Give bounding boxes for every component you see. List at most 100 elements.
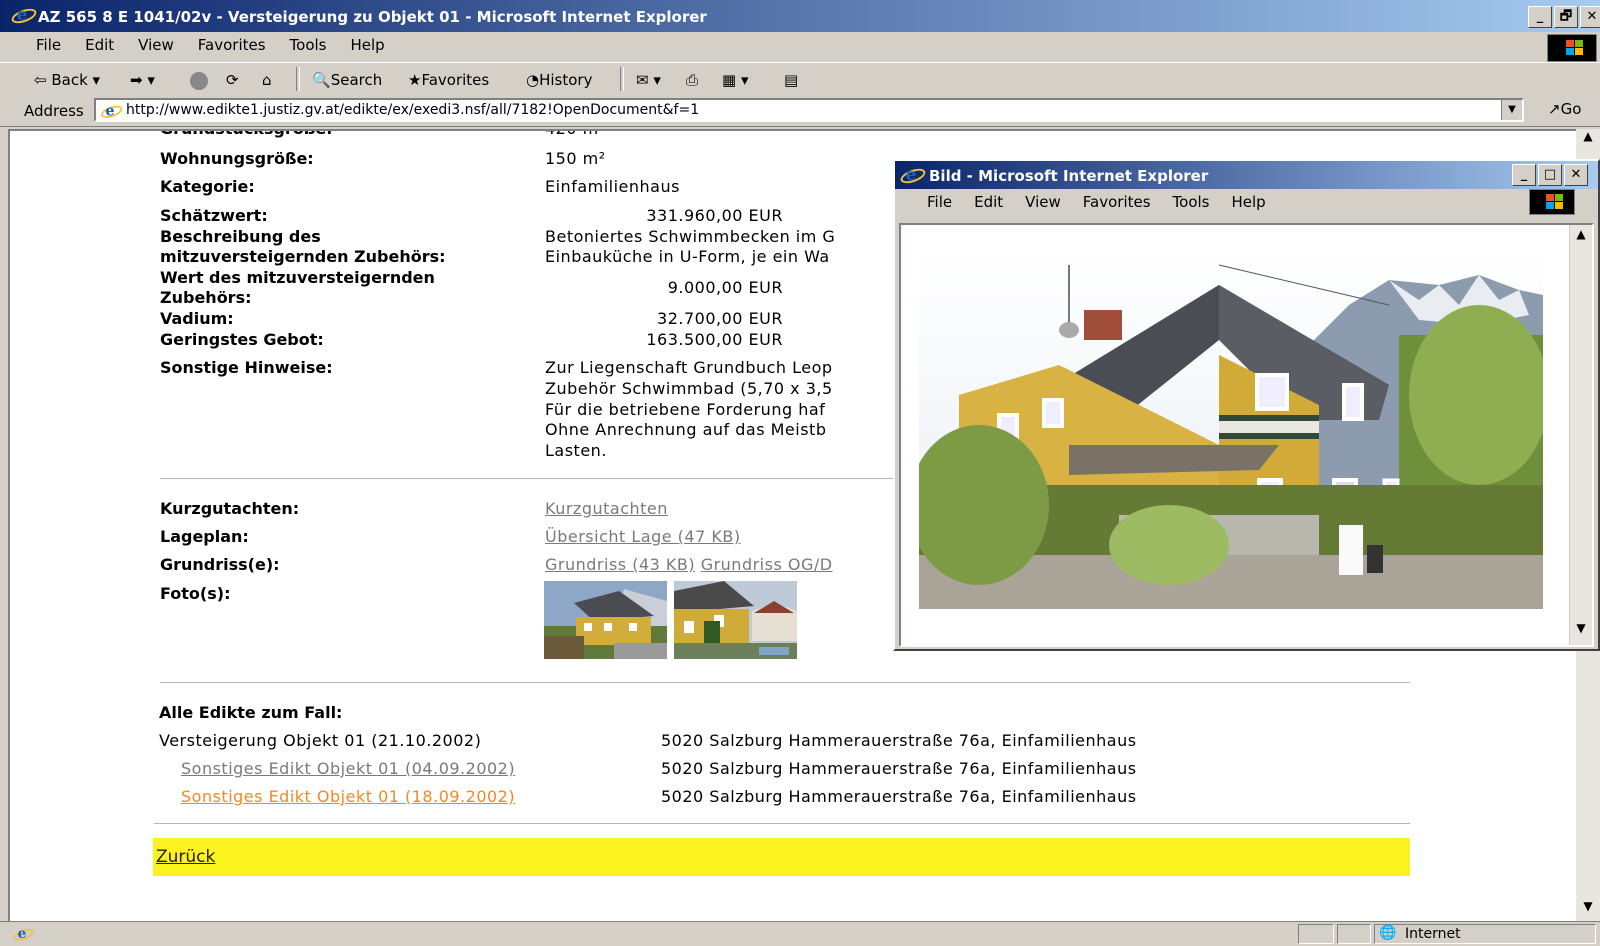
back-label: Back [51,71,88,89]
hinweise-line: Zubehör Schwimmbad (5,70 x 3,5 [545,379,833,398]
discuss-button[interactable]: ▤ [784,71,798,89]
edikt-row-3-address: 5020 Salzburg Hammerauerstraße 76a, Einf… [661,787,1137,806]
toolbar-separator [296,67,300,91]
popup-maximize-button[interactable]: □ [1538,164,1562,186]
house-photo-1 [544,581,667,659]
popup-title: Bild - Microsoft Internet Explorer [929,167,1209,185]
back-button[interactable]: ⇦ Back ▾ [34,71,100,89]
stop-icon [190,71,208,90]
hinweise-line: Lasten. [545,441,607,460]
scroll-up-icon[interactable]: ▲ [1576,129,1600,151]
divider [160,478,895,479]
edikt-row-2-address: 5020 Salzburg Hammerauerstraße 76a, Einf… [661,759,1137,778]
schaetzwert-value: 331.960,00 EUR [646,206,783,225]
popup-menu-help[interactable]: Help [1232,193,1266,211]
status-zone: 🌐 Internet [1374,924,1596,944]
zubehoer-wert-label-2: Zubehörs: [160,288,252,307]
zubehoer-desc-label-2: mitzuversteigernden Zubehörs: [160,247,446,266]
menu-view[interactable]: View [138,36,174,54]
status-zone-label: Internet [1405,926,1461,942]
image-popup-window[interactable]: e Bild - Microsoft Internet Explorer _ □… [893,159,1600,651]
popup-scrollbar[interactable]: ▲ ▼ [1569,225,1592,645]
kategorie-value: Einfamilienhaus [545,177,680,196]
edikt-row-2-link[interactable]: Sonstiges Edikt Objekt 01 (04.09.2002) [181,759,515,778]
photo-thumbnail-2[interactable] [674,581,797,659]
zubehoer-desc-value-2: Einbauküche in U-Form, je ein Wa [545,247,830,266]
popup-menu-edit[interactable]: Edit [974,193,1003,211]
wohnungsgroesse-value: 150 m² [545,149,606,168]
search-label: Search [330,71,383,89]
popup-close-button[interactable]: ✕ [1564,164,1588,186]
search-button[interactable]: 🔍Search [312,71,382,89]
favorites-button[interactable]: ★Favorites [408,71,489,89]
grundstueck-label: Grundstücksgröße: [160,131,333,138]
status-cell [1298,924,1334,944]
edikt-row-3-link[interactable]: Sonstiges Edikt Objekt 01 (18.09.2002) [181,787,515,806]
forward-arrow-icon: ➡ [130,71,143,89]
go-button[interactable]: ↗Go [1548,100,1581,118]
zubehoer-desc-label: Beschreibung des [160,227,321,246]
grundriss-link-2[interactable]: Grundriss OG/D [701,555,833,574]
history-button[interactable]: ◔History [526,71,592,89]
print-button[interactable]: ⎙ [686,71,698,89]
address-bar: Address e http://www.edikte1.justiz.gv.a… [0,94,1600,127]
close-button[interactable]: ✕ [1580,6,1600,28]
popup-ie-icon: e [898,165,928,187]
address-label: Address [24,102,84,120]
menu-help[interactable]: Help [351,36,385,54]
kurzgutachten-label: Kurzgutachten: [160,499,300,518]
lageplan-label: Lageplan: [160,527,249,546]
popup-menu-tools[interactable]: Tools [1173,193,1210,211]
hinweise-label: Sonstige Hinweise: [160,358,333,377]
address-input[interactable]: e http://www.edikte1.justiz.gv.at/edikte… [94,98,1524,122]
address-dropdown-icon[interactable]: ▼ [1501,100,1522,120]
vadium-label: Vadium: [160,309,234,328]
kategorie-label: Kategorie: [160,177,255,196]
popup-menu-file[interactable]: File [927,193,952,211]
edit-button[interactable]: ▦ ▾ [722,71,749,89]
stop-button[interactable] [190,71,212,90]
window-title-bar[interactable]: e AZ 565 8 E 1041/02v - Versteigerung zu… [0,0,1600,32]
grundstueck-value: 420 m² [545,131,606,138]
popup-windows-logo-icon [1529,189,1575,215]
vadium-value: 32.700,00 EUR [657,309,783,328]
fotos-label: Foto(s): [160,584,231,603]
popup-scroll-up-icon[interactable]: ▲ [1570,227,1592,249]
zurueck-link[interactable]: Zurück [156,847,215,867]
menu-file[interactable]: File [36,36,61,54]
go-arrow-icon: ↗ [1548,100,1561,118]
menu-tools[interactable]: Tools [290,36,327,54]
minimize-button[interactable]: _ [1528,6,1552,28]
home-icon: ⌂ [262,71,272,89]
kurzgutachten-link[interactable]: Kurzgutachten [545,499,668,518]
grundriss-link-1[interactable]: Grundriss (43 KB) [545,555,695,574]
lageplan-link[interactable]: Übersicht Lage (47 KB) [545,527,741,546]
window-title: AZ 565 8 E 1041/02v - Versteigerung zu O… [38,8,707,26]
home-button[interactable]: ⌂ [262,71,272,89]
popup-minimize-button[interactable]: _ [1512,164,1536,186]
refresh-button[interactable]: ⟳ [226,71,239,89]
edikt-row-1-address: 5020 Salzburg Hammerauerstraße 76a, Einf… [661,731,1137,750]
refresh-icon: ⟳ [226,71,239,89]
popup-menu-favorites[interactable]: Favorites [1083,193,1151,211]
popup-title-bar[interactable]: e Bild - Microsoft Internet Explorer _ □… [895,161,1598,189]
photo-thumbnail-1[interactable] [544,581,667,659]
popup-scroll-down-icon[interactable]: ▼ [1570,621,1592,643]
favorites-icon: ★ [408,71,422,89]
menu-edit[interactable]: Edit [85,36,114,54]
gebot-label: Geringstes Gebot: [160,330,324,349]
restore-button[interactable]: 🗗 [1554,6,1578,28]
grundriss-links: Grundriss (43 KB) Grundriss OG/D [545,555,833,574]
mail-icon: ✉ [636,71,649,89]
favorites-label: Favorites [421,71,490,89]
wohnungsgroesse-label: Wohnungsgröße: [160,149,314,168]
scroll-down-icon[interactable]: ▼ [1576,899,1600,921]
hinweise-line: Ohne Anrechnung auf das Meistb [545,420,827,439]
forward-button[interactable]: ➡ ▾ [130,71,155,89]
menu-favorites[interactable]: Favorites [198,36,266,54]
popup-menu-view[interactable]: View [1025,193,1061,211]
popup-content: ▲ ▼ [899,223,1594,647]
zubehoer-desc-value: Betoniertes Schwimmbecken im G [545,227,836,246]
mail-button[interactable]: ✉ ▾ [636,71,661,89]
toolbar: ⇦ Back ▾ ➡ ▾ ⟳ ⌂ 🔍Search ★Favorites ◔His… [0,62,1600,96]
